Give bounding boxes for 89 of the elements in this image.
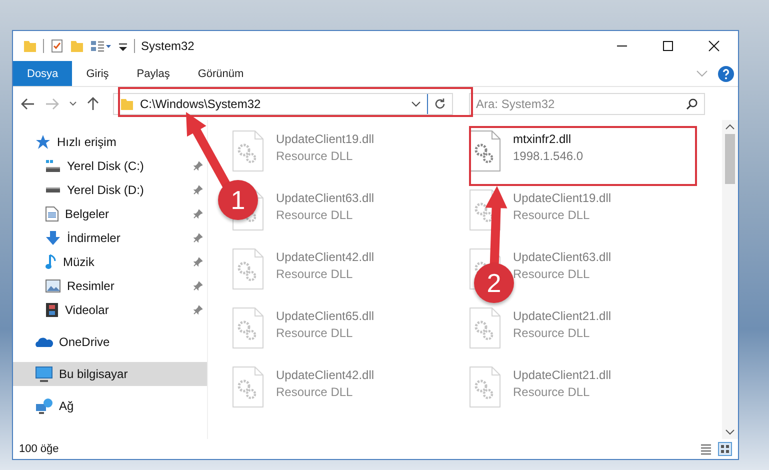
- recent-locations-icon[interactable]: [69, 100, 77, 106]
- sidebar-label: Videolar: [65, 303, 109, 317]
- details-view-icon[interactable]: [700, 443, 712, 455]
- address-path: C:\Windows\System32: [140, 96, 262, 110]
- star-icon: [35, 134, 51, 150]
- sidebar-item[interactable]: Müzik: [13, 250, 207, 274]
- image-icon: [45, 279, 61, 293]
- cloud-icon: [35, 336, 53, 348]
- file-details: Resource DLL: [513, 326, 591, 340]
- sidebar-item[interactable]: Yerel Disk (C:): [13, 154, 207, 178]
- sidebar-label: Yerel Disk (D:): [67, 183, 144, 197]
- ribbon-tab[interactable]: Paylaş: [122, 61, 184, 86]
- scroll-up-icon[interactable]: [725, 124, 735, 130]
- file-name[interactable]: UpdateClient21.dll: [513, 368, 612, 382]
- refresh-icon[interactable]: [434, 98, 446, 110]
- back-icon[interactable]: [21, 98, 35, 110]
- search-icon: [686, 98, 698, 110]
- dll-file-icon: [232, 366, 264, 408]
- sidebar-item[interactable]: OneDrive: [13, 330, 118, 354]
- file-details: Resource DLL: [513, 385, 591, 399]
- sidebar-item[interactable]: Yerel Disk (D:): [13, 178, 207, 202]
- sidebar-label: Ağ: [59, 399, 74, 413]
- close-icon[interactable]: [708, 40, 720, 52]
- sidebar-item[interactable]: Resimler: [13, 274, 207, 298]
- sidebar-item[interactable]: Ağ: [13, 394, 82, 418]
- dropdown-icon[interactable]: [411, 100, 421, 106]
- sidebar-label: Hızlı erişim: [57, 135, 116, 149]
- view-options-icon: [90, 39, 112, 53]
- file-details: Resource DLL: [276, 208, 354, 222]
- dll-file-icon: [232, 307, 264, 349]
- sidebar-item[interactable]: İndirmeler: [13, 226, 207, 250]
- drive-icon: [45, 187, 61, 193]
- properties-icon: [50, 39, 64, 53]
- large-icons-view-icon[interactable]: [718, 442, 732, 456]
- file-details: Resource DLL: [513, 267, 591, 281]
- file-details: Resource DLL: [276, 326, 354, 340]
- file-details: Resource DLL: [513, 208, 591, 222]
- file-name[interactable]: UpdateClient42.dll: [276, 250, 374, 264]
- sidebar-label: Resimler: [67, 279, 114, 293]
- computer-icon: [35, 366, 53, 382]
- file-name[interactable]: UpdateClient21.dll: [513, 309, 612, 323]
- file-name[interactable]: UpdateClient63.dll: [513, 250, 612, 264]
- file-name[interactable]: UpdateClient42.dll: [276, 368, 374, 382]
- network-icon: [35, 398, 53, 414]
- ribbon-tab[interactable]: Giriş: [72, 61, 123, 86]
- drive-icon: [45, 159, 61, 173]
- sidebar-label: Bu bilgisayar: [59, 367, 128, 381]
- up-icon[interactable]: [87, 96, 99, 110]
- folder-icon: [23, 39, 37, 53]
- download-icon: [45, 230, 61, 246]
- file-details: Resource DLL: [276, 267, 354, 281]
- music-note-icon: [45, 254, 57, 270]
- sidebar-label: Müzik: [63, 255, 94, 269]
- maximize-icon[interactable]: [662, 40, 674, 52]
- file-details: 1998.1.546.0: [513, 149, 584, 163]
- dll-file-icon: [469, 130, 501, 172]
- folder-icon: [70, 39, 84, 53]
- sidebar-label: İndirmeler: [67, 231, 120, 245]
- sidebar-label: Belgeler: [65, 207, 110, 221]
- document-icon: [45, 206, 59, 222]
- search-field[interactable]: Ara: System32: [469, 92, 705, 114]
- sidebar-label: Yerel Disk (C:): [67, 159, 144, 173]
- sidebar-item[interactable]: Belgeler: [13, 202, 207, 226]
- dll-file-icon: [469, 366, 501, 408]
- scroll-down-icon[interactable]: [725, 429, 735, 435]
- item-count: 100 öğe: [19, 443, 59, 455]
- help-icon[interactable]: [718, 66, 734, 82]
- sidebar-item[interactable]: Videolar: [13, 298, 207, 322]
- file-name[interactable]: UpdateClient19.dll: [513, 191, 612, 205]
- sidebar-item[interactable]: Bu bilgisayar: [13, 362, 207, 386]
- file-name[interactable]: UpdateClient65.dll: [276, 309, 374, 323]
- window-title: System32: [141, 39, 194, 53]
- address-field[interactable]: C:\Windows\System32: [113, 92, 453, 114]
- folder-icon: [120, 96, 134, 110]
- scrollbar-thumb[interactable]: [725, 134, 735, 184]
- file-name[interactable]: mtxinfr2.dll: [513, 132, 584, 146]
- dll-file-icon: [232, 248, 264, 290]
- scrollbar[interactable]: [722, 120, 738, 439]
- file-name[interactable]: UpdateClient19.dll: [276, 132, 374, 146]
- sidebar-label: OneDrive: [59, 335, 110, 349]
- ribbon-tab[interactable]: Dosya: [13, 61, 72, 86]
- ribbon-tab[interactable]: Görünüm: [184, 61, 258, 86]
- film-icon: [45, 302, 59, 318]
- sidebar-item[interactable]: Hızlı erişim: [13, 130, 124, 154]
- file-details: Resource DLL: [276, 385, 354, 399]
- dll-file-icon: [232, 130, 264, 172]
- dll-file-icon: [469, 307, 501, 349]
- file-details: Resource DLL: [276, 149, 354, 163]
- file-name[interactable]: UpdateClient63.dll: [276, 191, 374, 205]
